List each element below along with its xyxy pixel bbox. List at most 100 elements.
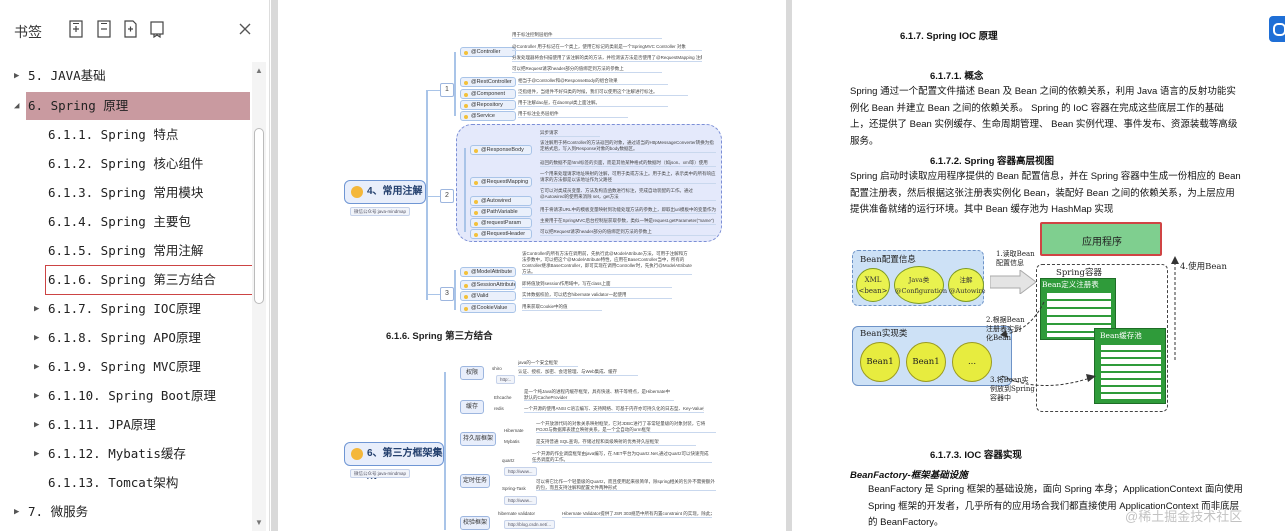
annotation-desc: 可以把Request请求header部分的值绑定到方法的参数上 [512,66,662,73]
annotation-desc: 用来获取Cookie中的值 [522,304,602,311]
bookmark-panel-title: 书签 [14,25,42,41]
bean-impl-label: Bean实现类 [860,329,908,339]
sun-icon [351,448,363,460]
scroll-down-icon[interactable]: ▼ [254,518,264,528]
scroll-up-icon[interactable]: ▲ [254,66,264,76]
floating-assistant-button[interactable] [1269,16,1285,42]
mindmap-root-tag: 微信公众号:java-mindmap [350,207,411,216]
framework-desc: 认证、授权、加密、会话管理、与Web集成、缓存 [518,369,638,376]
bookmark-tag-icon[interactable] [149,20,165,39]
document-viewer[interactable]: 4、常用注解 微信公众号:java-mindmap 1 2 3 @Control… [271,0,1285,531]
annotation-desc: 用于标注业务层组件 [518,111,628,118]
bookmark-expand-icon[interactable] [68,20,84,38]
toc-item[interactable]: ▶ 6.1.12. Mybatis缓存 [0,440,252,468]
toc-item-label: 6.1.7. Spring IOC原理 [48,301,201,316]
annotation-node: @Valid [460,291,516,301]
framework-node: Ehcache [494,395,512,400]
use-arrow-icon [1171,256,1179,360]
toc-item[interactable]: 6.1.5. Spring 常用注解 [0,237,252,265]
framework-desc: 可以将它比作一个轻量级的Quartz，而且使用起来很简单，除spring相关的包… [536,479,716,491]
java-class-label: Java类 [908,276,930,284]
toc-item-selected[interactable]: 6. Spring 原理 [26,92,250,120]
toc-item[interactable]: 6.1.3. Spring 常用模块 [0,179,252,207]
framework-node: hibernate validator [498,511,536,516]
toc-item-label: 5. JAVA基础 [28,68,106,83]
toc-item[interactable]: 6.1.4. Spring 主要包 [0,208,252,236]
pdf-page-left: 4、常用注解 微信公众号:java-mindmap 1 2 3 @Control… [278,0,786,531]
toc-item[interactable]: ▶ 6.1.10. Spring Boot原理 [0,382,252,410]
section-heading: 6.1.6. Spring 第三方结合 [386,331,493,342]
toc-item[interactable]: ▶ 6.1.9. Spring MVC原理 [0,353,252,381]
collapse-arrow-icon[interactable]: ◢ [14,92,26,120]
bookmark-panel-header: 书签 [0,0,270,60]
toc-item[interactable]: ▶ 5. JAVA基础 [0,62,252,90]
annotation-node: @RequestMapping [470,177,532,187]
toc-item-label: 6.1.11. JPA原理 [48,417,156,432]
annotation-desc: 用于注解dao层，在daoImpl类上面注解。 [518,100,668,107]
expand-arrow-icon[interactable]: ▶ [34,411,39,439]
toc-item-focused[interactable]: 6.1.6. Spring 第三方结合 [0,265,253,295]
close-icon[interactable] [237,21,253,37]
toc-item[interactable]: 6.1.2. Spring 核心组件 [0,150,252,178]
step3-label: 3.将Bean实 例放到Spring 容器中 [990,376,1035,402]
step1-label: 1.读取Bean 配置信息 [996,250,1035,267]
bean-circle: Bean1 [860,342,900,382]
link-tag[interactable]: http://www... [504,467,537,476]
annotation-desc: 用于将请求URL中的模板变量映射到功能处理方法的参数上，即取出uri模板中的变量… [540,207,716,214]
group-number: 3 [440,287,454,301]
toc-item-label: 6.1.13. Tomcat架构 [48,475,179,490]
annotation-node: @ModelAttribute [460,267,516,277]
category-node: 缓存 [460,400,484,414]
toc-item[interactable]: ▶ 6.1.7. Spring IOC原理 [0,295,252,323]
annotation-node: @Controller [460,47,516,57]
toc-item-label: 6. Spring 原理 [28,98,129,113]
registry-label: Bean定义注册表 [1042,280,1099,289]
bookmark-collapse-icon[interactable] [96,20,112,38]
bookmark-tree: ▶ 5. JAVA基础 6. Spring 原理 ◢ 6.1.1. Spring… [0,62,253,531]
link-tag[interactable]: http://www... [504,496,537,505]
spring-container-label: Spring容器 [1056,268,1102,278]
framework-desc: 一个开源的作业调度框架由java编写，在.NET平台为Quartz.Net,通过… [532,451,712,463]
expand-arrow-icon[interactable]: ▶ [34,295,39,323]
expand-arrow-icon[interactable]: ▶ [14,498,19,526]
xml-sub-label: <bean> [858,287,888,295]
expand-arrow-icon[interactable]: ▶ [34,324,39,352]
annotation-node: @SessionAttributes [460,280,516,290]
expand-arrow-icon[interactable]: ▶ [34,382,39,410]
annotation-desc: 该Controller的所有方法在调用前，先执行此@ModelAttribute… [522,251,692,275]
annotation-desc: 相当于@Controller和@ResponseBody的组合效果 [518,78,668,85]
bookmark-add-icon[interactable] [122,20,138,38]
bean-config-label: Bean配置信息 [860,255,916,265]
annotation-desc: 可以把Request请求header部分的值绑定到方法的参数上 [540,229,716,236]
scrollbar-thumb[interactable] [254,128,264,304]
expand-arrow-icon[interactable]: ▶ [34,353,39,381]
toc-item[interactable]: 6.1.1. Spring 特点 [0,121,252,149]
spring-container-diagram: Bean配置信息 XML <bean> Java类 @Configuration 注… [850,220,1238,418]
toc-item[interactable]: ▶ 7. 微服务 [0,498,252,526]
step2-label: 2.根据Bean 注册表实例 化Bean [986,316,1025,342]
section-heading: 6.1.7. Spring IOC 原理 [900,31,998,42]
read-arrow-icon [990,270,1036,294]
annotation-desc: 它可以对类成员变量、方法及构造函数进行标注，完成自动装配的工作。通过 @Auto… [540,188,716,201]
expand-arrow-icon[interactable]: ▶ [34,440,39,468]
toc-item[interactable]: 6.1.13. Tomcat架构 [0,469,252,497]
toc-item-label: 6.1.3. Spring 常用模块 [48,185,204,200]
annotation-node: @RestController [460,77,516,87]
xml-ellipse: XML <bean> [856,268,890,302]
step4-label: 4.使用Bean [1180,262,1227,272]
mindmap-root-label: 4、常用注解 [367,186,423,197]
expand-arrow-icon[interactable]: ▶ [14,62,19,90]
toc-item[interactable]: ▶ 6.1.11. JPA原理 [0,411,252,439]
group-number: 2 [440,189,454,203]
framework-node: Hibernate [504,428,524,433]
annotation-desc: 泛指组件，当组件不好归类的时候，我们可以使用这个注解进行标注。 [518,89,688,96]
annotation-desc: 实体数据校验，可以结合hibernate validator一起使用 [522,292,672,299]
link-tag[interactable]: http:.. [496,375,516,384]
bookmark-panel: 书签 ▶ 5. JAVA基础 6. Spring 原理 ◢ 6.1.1. Spr… [0,0,270,531]
link-tag[interactable]: http://blog.csdn.net/... [504,520,556,529]
toc-item[interactable]: ▶ 6.1.8. Spring APO原理 [0,324,252,352]
category-node: 权限 [460,366,484,380]
annotation-node: @Component [460,89,516,99]
annotation-node: @Service [460,111,516,121]
toc-item-label: 6.1.12. Mybatis缓存 [48,446,186,461]
